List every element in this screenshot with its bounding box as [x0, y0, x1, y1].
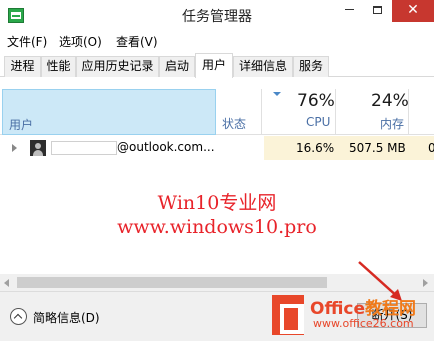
tab-services[interactable]: 服务	[293, 56, 329, 77]
watermark-site-name: Win10专业网	[157, 192, 277, 214]
fewer-details-link[interactable]: 简略信息(D)	[33, 309, 100, 326]
cpu-column-label: CPU	[306, 115, 331, 129]
maximize-button[interactable]	[364, 0, 391, 22]
close-button[interactable]: ✕	[392, 0, 434, 22]
row-memory-value: 507.5 MB	[349, 141, 406, 155]
tab-users[interactable]: 用户	[195, 53, 233, 78]
maximize-icon	[373, 5, 382, 14]
minimize-button[interactable]	[336, 0, 363, 22]
scroll-left-icon[interactable]	[4, 279, 9, 287]
office-tutorial-watermark: Office教程网 www.office26.com	[272, 293, 434, 339]
scroll-thumb[interactable]	[17, 277, 327, 288]
menu-file[interactable]: 文件(F)	[7, 33, 47, 50]
close-icon: ✕	[407, 2, 419, 18]
tab-strip: 进程 性能 应用历史记录 启动 用户 详细信息 服务	[0, 53, 434, 78]
tab-details[interactable]: 详细信息	[233, 56, 293, 77]
tab-performance[interactable]: 性能	[41, 56, 76, 77]
office-watermark-url: www.office26.com	[313, 317, 414, 330]
column-status-label: 状态	[222, 117, 247, 131]
row-cpu-value: 16.6%	[296, 141, 335, 155]
tab-processes[interactable]: 进程	[4, 56, 41, 77]
memory-total-percent: 24%	[371, 91, 409, 111]
column-user-header[interactable]: 用户	[2, 89, 216, 135]
table-row[interactable]: @outlook.com... 16.6% 507.5 MB 0	[0, 136, 434, 160]
row-extra-value: 0	[428, 141, 434, 155]
title-bar: 任务管理器 ✕	[0, 0, 434, 31]
memory-column-label: 内存	[380, 117, 405, 131]
tab-app-history[interactable]: 应用历史记录	[76, 56, 159, 77]
minimize-icon	[345, 9, 354, 10]
scroll-right-icon[interactable]	[423, 279, 428, 287]
column-user-label: 用户	[9, 118, 34, 132]
office-logo-icon	[272, 295, 304, 335]
user-avatar-icon	[30, 140, 46, 156]
menu-bar: 文件(F) 选项(O) 查看(V)	[0, 31, 434, 51]
menu-view[interactable]: 查看(V)	[116, 33, 158, 50]
cpu-total-percent: 76%	[297, 91, 335, 111]
sort-descending-icon	[273, 92, 281, 96]
watermark-site-url: www.windows10.pro	[117, 216, 317, 238]
user-email: @outlook.com...	[117, 140, 215, 154]
menu-options[interactable]: 选项(O)	[59, 33, 102, 50]
tab-startup[interactable]: 启动	[159, 56, 195, 77]
office-watermark-brand: Office教程网	[310, 299, 417, 319]
collapse-chevron-up-icon[interactable]	[10, 308, 27, 325]
expand-chevron-icon[interactable]	[12, 144, 17, 152]
column-header-row: 用户 状态 76% CPU 24% 内存	[0, 78, 434, 135]
redacted-username	[51, 141, 117, 155]
